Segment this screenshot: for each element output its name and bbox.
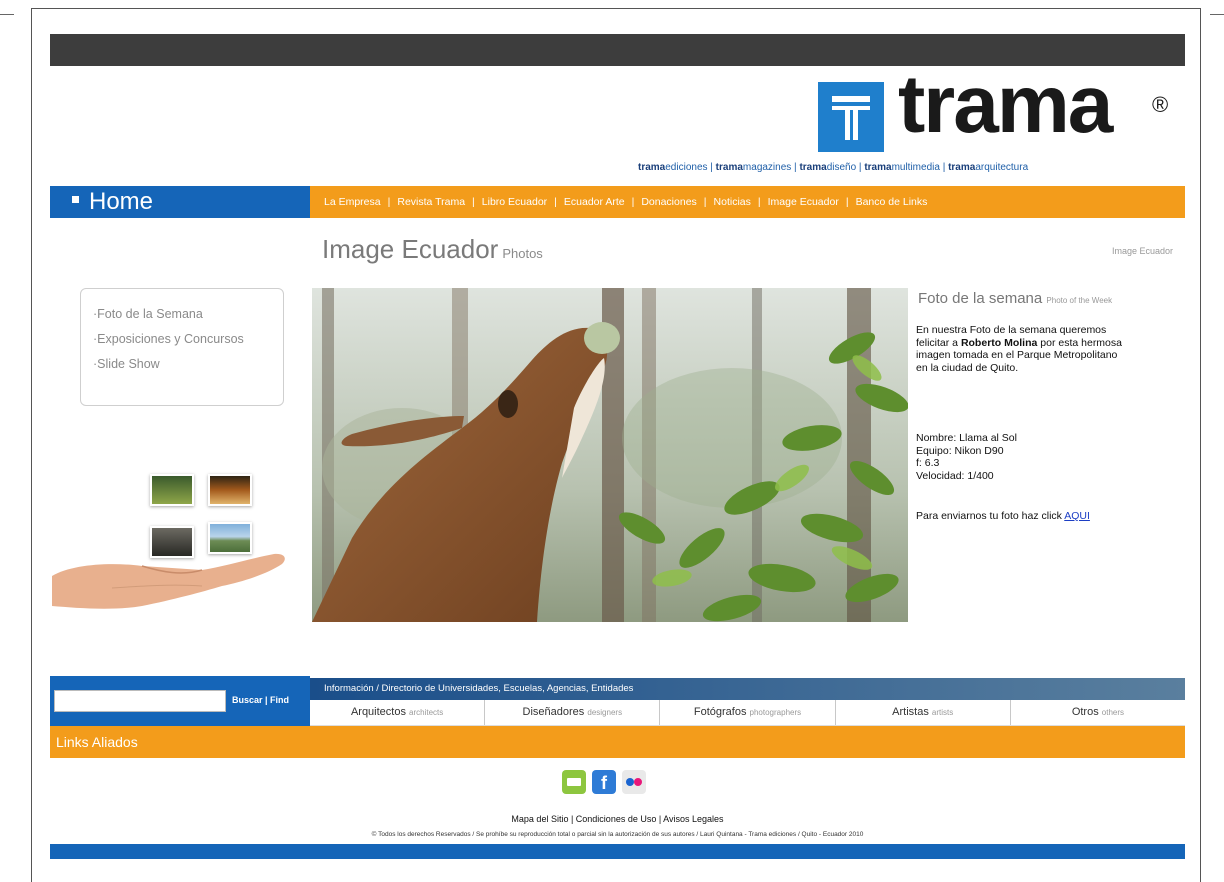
nav-item-links[interactable]: Banco de Links bbox=[856, 196, 928, 208]
nav-item-noticias[interactable]: Noticias bbox=[714, 196, 751, 208]
brand-sublinks: tramaediciones | tramamagazines | tramad… bbox=[638, 162, 1029, 173]
corner-tick-left bbox=[0, 14, 14, 15]
submit-photo-text: Para enviarnos tu foto haz click AQUI bbox=[916, 510, 1090, 522]
email-icon[interactable] bbox=[562, 770, 586, 794]
submit-photo-link[interactable]: AQUI bbox=[1064, 510, 1090, 522]
links-aliados-bar[interactable]: Links Aliados bbox=[50, 726, 1185, 758]
category-artistas[interactable]: Artistas artists bbox=[836, 700, 1011, 725]
photo-speed: Velocidad: 1/400 bbox=[916, 469, 994, 482]
category-fotografos[interactable]: Fotógrafos photographers bbox=[660, 700, 836, 725]
photo-details: Nombre: Llama al Sol Equipo: Nikon D90 f… bbox=[916, 432, 1178, 482]
sidebar-menu: ·Foto de la Semana ·Exposiciones y Concu… bbox=[80, 288, 284, 406]
llama-photo-image bbox=[312, 288, 908, 622]
footer-links[interactable]: Mapa del Sitio | Condiciones de Uso | Av… bbox=[50, 814, 1185, 824]
sidebar-item-foto-semana[interactable]: ·Foto de la Semana bbox=[93, 307, 283, 321]
category-row: Arquitectos architects Diseñadores desig… bbox=[310, 700, 1185, 726]
sidebar-item-exposiciones[interactable]: ·Exposiciones y Concursos bbox=[93, 332, 283, 346]
bottom-bar bbox=[50, 844, 1185, 859]
category-otros[interactable]: Otros others bbox=[1011, 700, 1185, 725]
top-right-link[interactable]: Image Ecuador bbox=[1112, 246, 1173, 256]
trama-logo-icon[interactable] bbox=[818, 82, 884, 152]
sidebar-item-slide-show[interactable]: ·Slide Show bbox=[93, 357, 283, 371]
sublink-diseno[interactable]: tramadiseño bbox=[799, 162, 856, 173]
feature-title-small: Photo of the Week bbox=[1046, 296, 1113, 305]
category-arquitectos[interactable]: Arquitectos architects bbox=[310, 700, 486, 725]
sublink-multimedia[interactable]: tramamultimedia bbox=[864, 162, 940, 173]
search-area: Buscar | Find bbox=[50, 676, 310, 726]
facebook-icon[interactable]: f bbox=[592, 770, 616, 794]
nav-item-libro[interactable]: Libro Ecuador bbox=[482, 196, 547, 208]
search-button[interactable]: Buscar | Find bbox=[232, 695, 289, 705]
sublink-magazines[interactable]: tramamagazines bbox=[716, 162, 792, 173]
social-icons: f bbox=[562, 770, 646, 794]
home-tab[interactable]: Home bbox=[50, 186, 310, 218]
registered-mark: ® bbox=[1152, 92, 1169, 117]
home-label: Home bbox=[89, 188, 154, 215]
page: trama ® tramaediciones | tramamagazines … bbox=[50, 34, 1185, 859]
photo-aperture: f: 6.3 bbox=[916, 457, 940, 469]
photo-equipment: Equipo: Nikon D90 bbox=[916, 444, 1004, 457]
thumbnail-animal[interactable] bbox=[150, 526, 194, 558]
category-disenadores[interactable]: Diseñadores designers bbox=[485, 700, 661, 725]
search-input[interactable] bbox=[54, 690, 226, 712]
directory-bar[interactable]: Información / Directorio de Universidade… bbox=[310, 678, 1185, 700]
footer-copyright: © Todos los derechos Reservados / Se pro… bbox=[371, 831, 864, 838]
photo-name: Nombre: Llama al Sol bbox=[916, 432, 1017, 444]
feature-body: En nuestra Foto de la semana queremos fe… bbox=[916, 324, 1122, 374]
main-nav: La Empresa | Revista Trama | Libro Ecuador… bbox=[310, 186, 1185, 218]
brand-name[interactable]: trama bbox=[898, 64, 1113, 146]
flickr-icon[interactable] bbox=[622, 770, 646, 794]
corner-tick-right bbox=[1210, 14, 1224, 15]
hand-with-thumbnails bbox=[50, 466, 290, 616]
nav-item-empresa[interactable]: La Empresa bbox=[324, 196, 381, 208]
nav-item-arte[interactable]: Ecuador Arte bbox=[564, 196, 625, 208]
nav-item-donaciones[interactable]: Donaciones bbox=[641, 196, 696, 208]
page-title: Image Ecuador Photos bbox=[322, 234, 543, 264]
featured-photo[interactable] bbox=[312, 288, 908, 622]
page-subtitle: Photos bbox=[502, 246, 543, 261]
thumbnail-landscape[interactable] bbox=[208, 522, 252, 554]
thumbnail-volcano[interactable] bbox=[208, 474, 252, 506]
nav-item-image-ecuador[interactable]: Image Ecuador bbox=[768, 196, 839, 208]
photographer-name: Roberto Molina bbox=[960, 336, 1038, 349]
nav-item-revista[interactable]: Revista Trama bbox=[397, 196, 465, 208]
thumbnail-frog[interactable] bbox=[150, 474, 194, 506]
sublink-ediciones[interactable]: tramaediciones bbox=[638, 162, 708, 173]
home-bullet-icon bbox=[72, 196, 79, 204]
feature-title: Foto de la semana Photo of the Week bbox=[918, 290, 1113, 307]
sublink-arquitectura[interactable]: tramaarquitectura bbox=[948, 162, 1028, 173]
